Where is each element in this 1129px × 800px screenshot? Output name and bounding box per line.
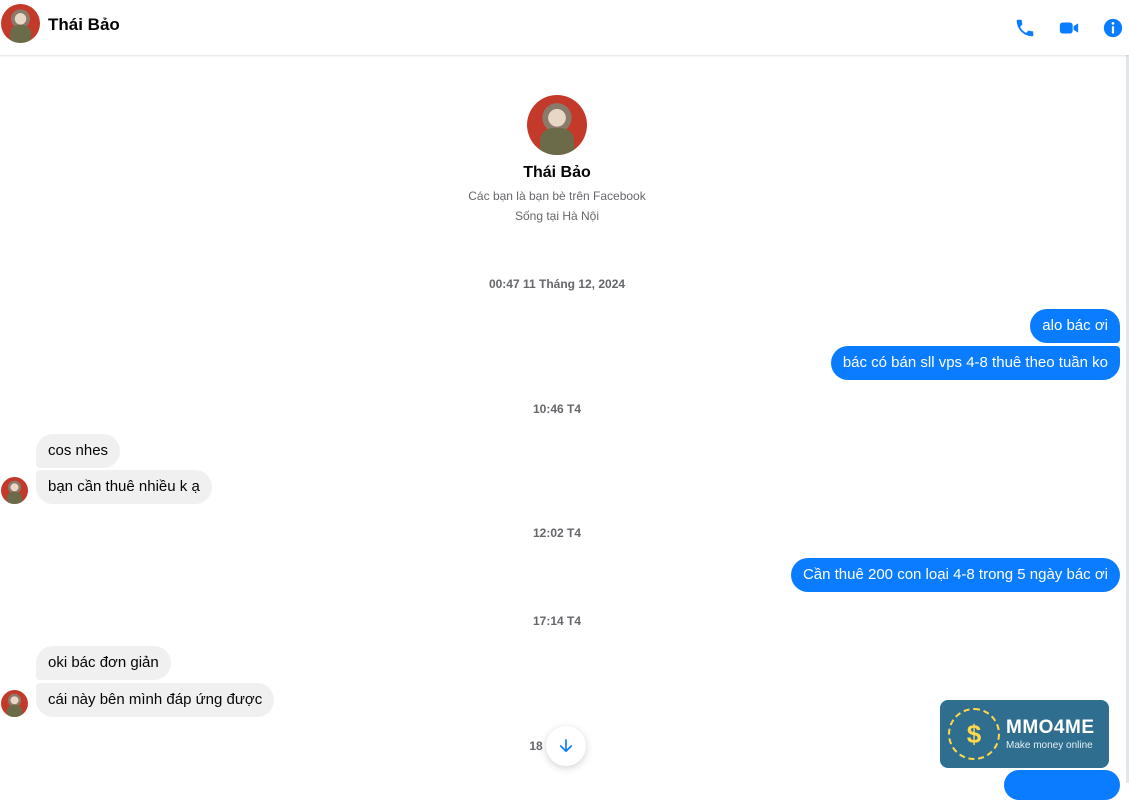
sender-avatar[interactable] <box>1 477 28 504</box>
timestamp: 17:14 T4 <box>532 614 582 628</box>
watermark-tagline: Make money online <box>1006 740 1093 751</box>
message-outgoing[interactable]: alo bác ơi <box>1030 309 1120 343</box>
sender-avatar[interactable] <box>1 690 28 717</box>
video-camera-icon[interactable] <box>1057 16 1081 40</box>
timestamp: 12:02 T4 <box>532 526 582 540</box>
message-outgoing[interactable]: bác có bán sll vps 4-8 thuê theo tuần ko <box>830 346 1120 380</box>
message-incoming[interactable]: cos nhes <box>36 434 121 468</box>
watermark-logo: $ MMO4ME Make money online <box>940 700 1109 768</box>
conversation-header: Thái Bảo <box>0 0 1129 55</box>
timestamp: 10:46 T4 <box>532 402 582 416</box>
dollar-coin-icon: $ <box>948 708 1000 760</box>
message-incoming[interactable]: oki bác đơn giản <box>36 646 171 680</box>
message-incoming[interactable]: bạn cần thuê nhiều k ạ <box>36 470 212 504</box>
profile-name: Thái Bảo <box>523 164 591 181</box>
info-icon[interactable] <box>1101 16 1125 40</box>
message-incoming[interactable]: cái này bên mình đáp ứng được <box>36 683 275 717</box>
profile-avatar[interactable] <box>527 95 587 155</box>
contact-avatar[interactable] <box>1 4 40 43</box>
profile-friend-status: Các bạn là bạn bè trên Facebook <box>468 189 646 203</box>
scroll-to-bottom-button[interactable] <box>546 726 586 766</box>
profile-intro: Thái Bảo Các bạn là bạn bè trên Facebook… <box>0 95 1114 223</box>
contact-name[interactable]: Thái Bảo <box>48 15 120 35</box>
watermark-text: MMO4ME Make money online <box>1006 717 1095 751</box>
phone-icon[interactable] <box>1013 16 1037 40</box>
message-outgoing-partial[interactable] <box>1004 770 1120 800</box>
watermark-brand: MMO4ME <box>1006 717 1095 738</box>
header-actions <box>1013 0 1129 55</box>
timestamp: 00:47 11 Tháng 12, 2024 <box>488 277 626 291</box>
message-outgoing[interactable]: Cần thuê 200 con loại 4-8 trong 5 ngày b… <box>790 558 1120 592</box>
profile-location: Sống tại Hà Nội <box>514 209 600 223</box>
arrow-down-icon <box>559 739 573 753</box>
